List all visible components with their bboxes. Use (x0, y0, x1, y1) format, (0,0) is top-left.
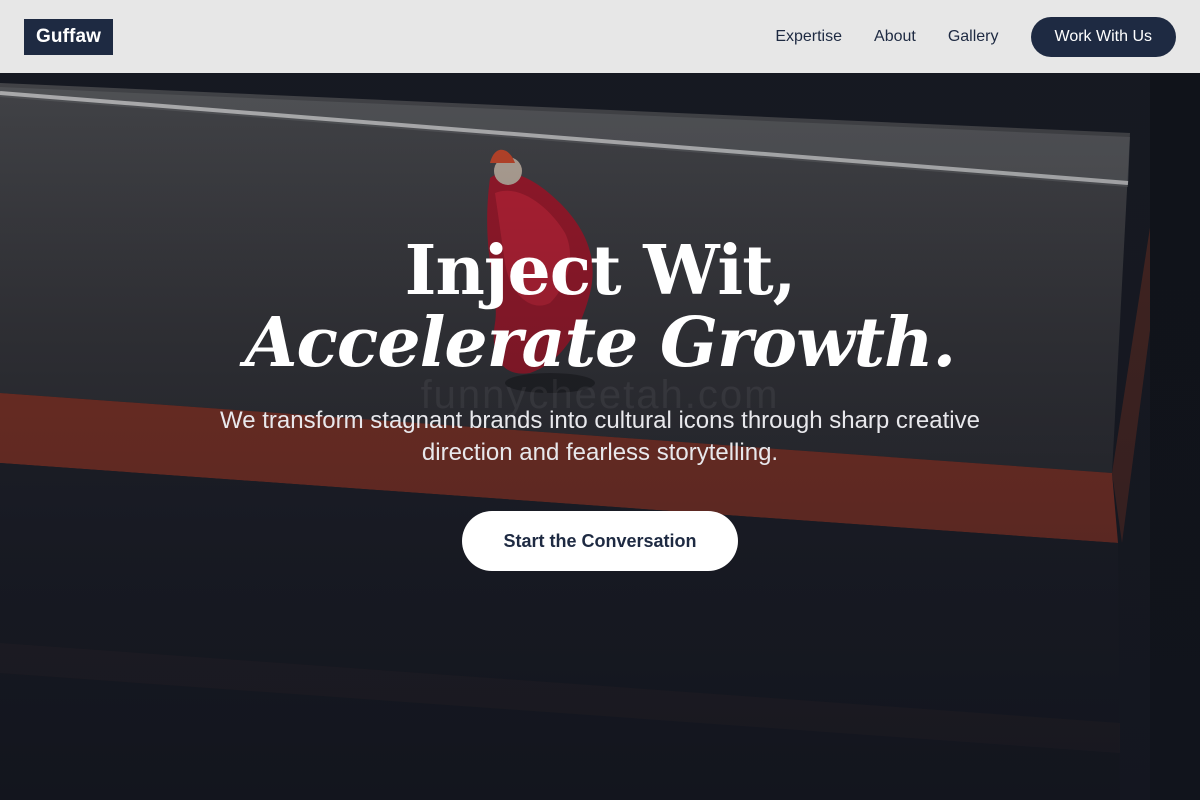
nav-link-gallery[interactable]: Gallery (948, 28, 999, 46)
work-with-us-button[interactable]: Work With Us (1030, 16, 1176, 57)
headline-line-2: Accelerate Growth. (244, 303, 956, 383)
nav-link-expertise[interactable]: Expertise (775, 28, 842, 46)
headline-line-1: Inject Wit, (404, 231, 797, 311)
hero-section: funnycheetah.com Inject Wit, Accelerate … (0, 73, 1200, 800)
nav-link-about[interactable]: About (874, 28, 916, 46)
start-conversation-button[interactable]: Start the Conversation (462, 511, 738, 571)
hero-content: Inject Wit, Accelerate Growth. We transf… (0, 235, 1200, 571)
hero-subheading: We transform stagnant brands into cultur… (220, 407, 980, 466)
hero-headline: Inject Wit, Accelerate Growth. (0, 235, 1200, 379)
site-header: Guffaw Expertise About Gallery Work With… (0, 0, 1200, 73)
logo[interactable]: Guffaw (24, 18, 113, 55)
main-nav: Expertise About Gallery Work With Us (775, 16, 1176, 57)
